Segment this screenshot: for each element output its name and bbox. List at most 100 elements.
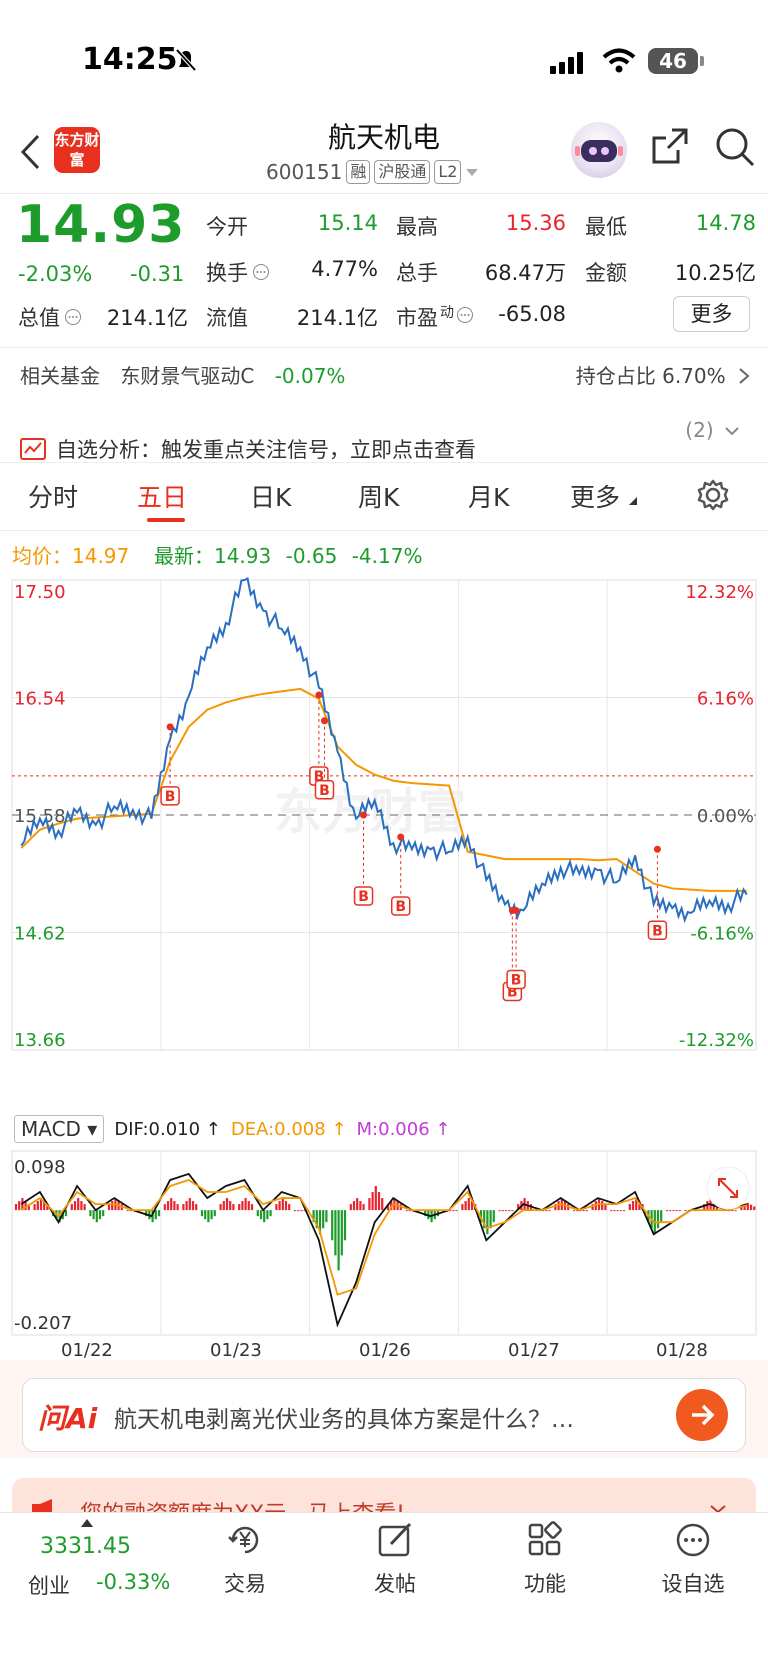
battery-icon: 46 — [648, 48, 698, 74]
macd-hist-bar — [157, 1210, 161, 1217]
macd-hist-bar — [182, 1204, 185, 1211]
chevron-down-icon — [725, 427, 739, 436]
fund-holding[interactable]: 持仓占比 6.70% — [576, 360, 750, 389]
tab-more-label: 更多 — [570, 483, 621, 512]
last-change-pct: -4.17% — [351, 544, 423, 568]
watermark: 东方财富 — [274, 784, 466, 840]
macd-hist-bar — [492, 1210, 495, 1223]
buy-signal-dot — [166, 723, 174, 731]
x-axis: 01/22 01/23 01/26 01/27 01/28 — [0, 1340, 768, 1364]
watch-analysis-alert[interactable]: 自选分析：触发重点关注信号，立即点击查看 — [20, 434, 476, 464]
mktcap-label-group[interactable]: 总值 — [18, 302, 82, 332]
buy-signal-label: B — [511, 972, 522, 988]
nav-add-watchlist[interactable]: 设自选 — [643, 1520, 743, 1598]
x-tick-date: 01/27 — [508, 1340, 560, 1361]
macd-chart[interactable]: 0.098 -0.207 — [0, 1145, 768, 1345]
x-tick-date: 01/26 — [359, 1340, 411, 1361]
tab-five-day[interactable]: 五日 — [137, 478, 187, 514]
assistant-avatar[interactable] — [571, 122, 627, 178]
turnover-label-group[interactable]: 换手 — [206, 257, 270, 287]
macd-hist-bar — [731, 1210, 734, 1212]
tab-weekly-k[interactable]: 周K — [358, 478, 399, 514]
settings-gear-icon[interactable] — [696, 478, 730, 512]
macd-hist-bar — [572, 1210, 576, 1212]
fund-name: 东财景气驱动C — [120, 364, 255, 388]
buy-signal-dot — [360, 811, 368, 819]
expand-icon[interactable] — [706, 1166, 750, 1210]
macd-hist-bar — [374, 1185, 377, 1211]
tab-more[interactable]: 更多 — [570, 478, 638, 514]
tab-monthly-k[interactable]: 月K — [468, 478, 509, 514]
more-quote-button[interactable]: 更多 — [673, 296, 750, 332]
macd-hist-bar — [18, 1201, 21, 1211]
macd-hist-bar — [331, 1210, 334, 1241]
nav-functions[interactable]: 功能 — [495, 1520, 595, 1598]
macd-dif: DIF:0.010 ↑ — [114, 1118, 221, 1140]
macd-hist-bar — [222, 1201, 225, 1211]
pe-label-group[interactable]: 市盈 动 — [396, 302, 474, 332]
share-icon[interactable] — [650, 126, 690, 166]
change-percent: -2.03% — [18, 262, 93, 286]
macd-hist-bar — [349, 1204, 352, 1211]
macd-hist-bar — [297, 1210, 300, 1212]
buy-signal-dot — [320, 717, 328, 725]
macd-hist-bar — [356, 1198, 359, 1211]
stock-code-row[interactable]: 600151 融 沪股通 L2 — [266, 160, 479, 184]
macd-y-tick: 0.098 — [14, 1157, 66, 1178]
cellular-signal-icon — [550, 52, 588, 74]
macd-hist-bar — [405, 1210, 408, 1212]
macd-header: MACD ▾ DIF:0.010 ↑ DEA:0.008 ↑ M:0.006 ↑ — [14, 1115, 450, 1143]
macd-hist-bar — [368, 1198, 371, 1211]
buy-signal-label: B — [319, 783, 330, 799]
macd-hist-bar — [77, 1198, 80, 1211]
macd-hist-bar — [504, 1210, 508, 1212]
nav-post[interactable]: 发帖 — [345, 1520, 445, 1598]
y-tick-left: 14.62 — [14, 924, 66, 945]
macd-hist-bar — [244, 1198, 247, 1211]
y-tick-left: 17.50 — [14, 582, 66, 603]
macd-hist-bar — [188, 1198, 191, 1211]
tab-intraday[interactable]: 分时 — [28, 478, 78, 514]
macd-hist-bar — [381, 1198, 384, 1211]
macd-hist-bar — [508, 1210, 511, 1212]
macd-hist-bar — [98, 1210, 102, 1220]
macd-hist-bar — [669, 1210, 672, 1212]
volume-label: 总手 — [396, 261, 438, 285]
search-icon[interactable] — [714, 126, 756, 168]
five-day-price-chart[interactable]: 东方财富17.50 12.32%16.54 6.16%15.58 0.00%14.62… — [0, 570, 768, 1115]
alert-text: 自选分析：触发重点关注信号，立即点击查看 — [56, 438, 476, 462]
macd-hist-bar — [210, 1210, 213, 1220]
index-value[interactable]: 3331.45 — [40, 1534, 131, 1559]
related-fund-row[interactable]: 相关基金 东财景气驱动C -0.07% — [20, 360, 359, 389]
macd-hist-bar — [461, 1204, 464, 1211]
alert-count-text: (2) — [685, 418, 714, 442]
macd-hist-bar — [263, 1210, 266, 1223]
macd-hist-bar — [173, 1201, 176, 1211]
macd-hist-bar — [185, 1201, 188, 1211]
indicator-select[interactable]: MACD ▾ — [14, 1115, 105, 1143]
info-icon — [457, 307, 473, 323]
macd-y-tick: -0.207 — [14, 1313, 72, 1334]
tab-daily-k[interactable]: 日K — [250, 478, 291, 514]
macd-hist-bar — [672, 1210, 675, 1212]
index-change[interactable]: -0.33% — [96, 1570, 170, 1594]
tag-margin: 融 — [346, 160, 371, 184]
divider — [0, 530, 768, 531]
macd-hist-bar — [73, 1201, 77, 1211]
ai-question[interactable]: 航天机电剥离光伏业务的具体方案是什么？… — [114, 1400, 654, 1434]
ai-brand: 问Ai — [38, 1402, 98, 1435]
macd-hist-bar — [213, 1210, 216, 1217]
alert-count[interactable]: (2) — [685, 418, 740, 442]
float-label: 流值 — [206, 306, 248, 330]
ask-ai-go-button[interactable] — [676, 1389, 728, 1441]
nav-trade[interactable]: 交易 — [195, 1520, 295, 1598]
low-value: 14.78 — [695, 211, 756, 235]
more-dots-icon — [676, 1523, 710, 1557]
float-value: 214.1亿 — [296, 306, 378, 330]
macd-hist-bar — [241, 1201, 244, 1211]
macd-hist-bar — [70, 1204, 73, 1211]
macd-hist-bar — [489, 1210, 492, 1229]
turnover-label: 换手 — [206, 261, 248, 285]
index-name[interactable]: 创业 — [28, 1570, 70, 1600]
macd-hist-bar — [176, 1204, 179, 1211]
